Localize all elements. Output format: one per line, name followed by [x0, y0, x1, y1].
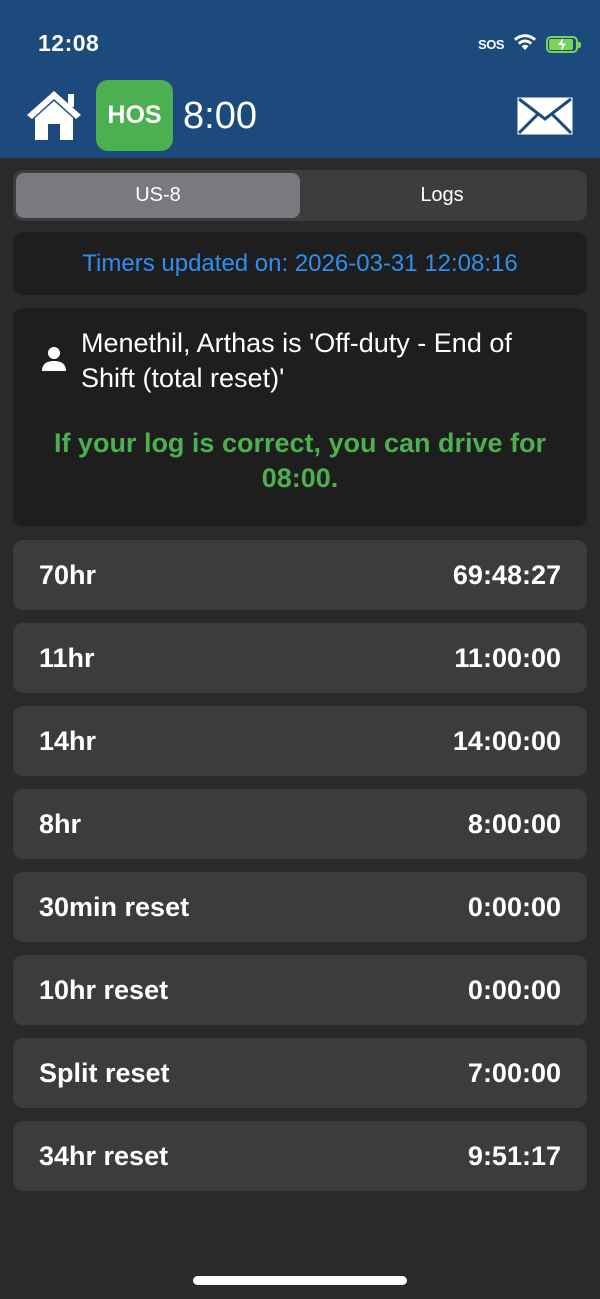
timer-row[interactable]: 14hr 14:00:00: [13, 706, 587, 776]
timer-row[interactable]: 8hr 8:00:00: [13, 789, 587, 859]
timer-value: 8:00:00: [467, 808, 561, 839]
timer-label: 8hr: [39, 808, 82, 839]
mail-icon: [517, 97, 573, 135]
timer-row[interactable]: 70hr 69:48:27: [13, 540, 587, 610]
timer-row[interactable]: Split reset 7:00:00: [13, 1038, 587, 1108]
timer-label: Split reset: [39, 1057, 170, 1088]
timer-label: 30min reset: [39, 891, 190, 922]
timer-value: 0:00:00: [467, 974, 561, 1005]
timers-updated-banner: Timers updated on: 2026-03-31 12:08:16: [13, 232, 587, 295]
hos-remaining-time: 8:00: [183, 95, 257, 137]
app-header: 12:08 SOS HOS 8:00: [0, 0, 600, 158]
sos-indicator: SOS: [478, 36, 504, 52]
tab-logs[interactable]: Logs: [300, 173, 584, 218]
timer-label: 34hr reset: [39, 1140, 169, 1171]
hos-button[interactable]: HOS: [96, 80, 173, 151]
timer-value: 0:00:00: [467, 891, 561, 922]
timer-value: 14:00:00: [452, 725, 561, 756]
driver-status-text: Menethil, Arthas is 'Off-duty - End of S…: [81, 328, 512, 393]
home-icon: [27, 91, 81, 140]
timer-value: 11:00:00: [454, 642, 561, 673]
tab-us-8[interactable]: US-8: [16, 173, 300, 218]
timer-label: 10hr reset: [39, 974, 169, 1005]
home-indicator[interactable]: [193, 1276, 407, 1285]
timer-value: 7:00:00: [467, 1057, 561, 1088]
timer-value: 9:51:17: [467, 1140, 561, 1171]
timer-label: 14hr: [39, 725, 97, 756]
status-bar-time: 12:08: [38, 30, 100, 56]
battery-charging-icon: [546, 35, 581, 53]
timer-row[interactable]: 34hr reset 9:51:17: [13, 1121, 587, 1191]
timer-row[interactable]: 30min reset 0:00:00: [13, 872, 587, 942]
timer-value: 69:48:27: [452, 559, 561, 590]
status-bar-icons: SOS: [478, 32, 581, 57]
view-tabs: US-8 Logs: [13, 170, 587, 221]
drive-availability-message: If your log is correct, you can drive fo…: [53, 428, 547, 493]
timer-label: 11hr: [39, 642, 95, 673]
driver-status-card: Menethil, Arthas is 'Off-duty - End of S…: [13, 308, 587, 526]
wifi-icon: [512, 32, 538, 57]
timer-row[interactable]: 11hr 11:00:00: [13, 623, 587, 693]
person-icon: [41, 346, 67, 372]
home-button[interactable]: [24, 88, 84, 142]
timer-label: 70hr: [39, 559, 97, 590]
timer-row[interactable]: 10hr reset 0:00:00: [13, 955, 587, 1025]
mail-button[interactable]: [516, 96, 574, 136]
